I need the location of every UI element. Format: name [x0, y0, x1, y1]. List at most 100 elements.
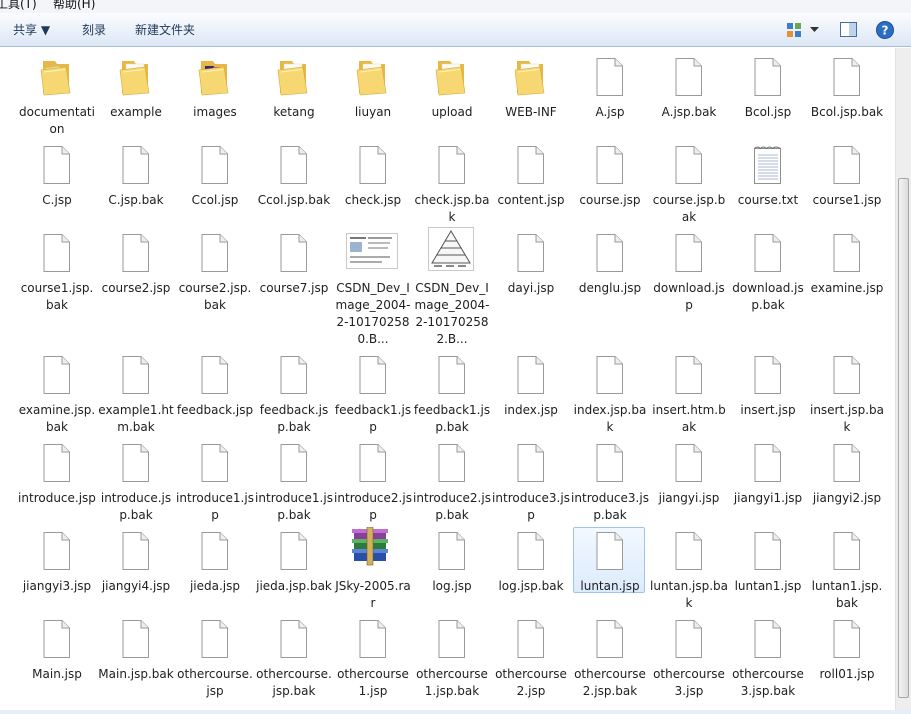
file-icon: [828, 233, 864, 273]
item-label: insert.jsp: [740, 403, 796, 417]
file-icon: [433, 531, 469, 571]
item-label: download.jsp: [653, 281, 725, 312]
file-icon: [117, 233, 153, 273]
file-icon: [512, 619, 548, 659]
item-label: othercourse.jsp.bak: [256, 667, 332, 698]
left-edge: [0, 48, 18, 714]
item-label: jiangyi2.jsp: [812, 491, 882, 505]
item-label: jieda.jsp: [189, 579, 241, 593]
item-label: introduce1.jsp.bak: [255, 491, 333, 522]
item-label: documentation: [19, 105, 95, 136]
item-label: othercourse1.jsp.bak: [416, 667, 488, 698]
item-label: jiangyi3.jsp: [22, 579, 92, 593]
item-label: index.jsp: [504, 403, 558, 417]
file-icon: [749, 355, 785, 395]
menu-help[interactable]: 帮助(H): [53, 0, 95, 11]
file-icon: [670, 531, 706, 571]
file-icon: [433, 145, 469, 185]
file-icon: [354, 145, 390, 185]
item-label: othercourse.jsp: [177, 667, 253, 698]
share-button[interactable]: 共享 ▼: [13, 22, 50, 38]
file-icon: [433, 619, 469, 659]
item-label: images: [193, 105, 237, 119]
file-icon: [670, 57, 706, 97]
svg-text:?: ?: [882, 24, 889, 38]
file-icon: [117, 531, 153, 571]
file-icon: [512, 233, 548, 273]
item-label: check.jsp.bak: [414, 193, 490, 224]
file-icon: [275, 619, 311, 659]
file-icon: [828, 145, 864, 185]
item-label: introduce1.jsp: [176, 491, 254, 522]
burn-button[interactable]: 刻录: [82, 22, 106, 38]
item-label: luntan1.jsp.bak: [811, 579, 883, 610]
file-icon: [196, 531, 232, 571]
preview-pane-icon[interactable]: [840, 22, 858, 38]
help-icon[interactable]: ?: [876, 21, 894, 39]
file-icon: [512, 355, 548, 395]
item-label: CSDN_Dev_Image_2004-2-101702582.B...: [414, 281, 490, 346]
change-view-icon[interactable]: [786, 22, 802, 38]
file-grid: documentation example images ketang liuyan up…: [18, 48, 895, 714]
item-label: insert.jsp.bak: [809, 403, 884, 434]
item-label: introduce.jsp: [18, 491, 96, 505]
view-dropdown-chevron-icon[interactable]: [810, 27, 819, 33]
file-icon: [591, 233, 627, 273]
file-icon: [670, 619, 706, 659]
rar-archive-icon: [352, 526, 390, 571]
file-icon: [196, 145, 232, 185]
menu-tools[interactable]: 工具(T): [0, 0, 37, 11]
item-label: course.jsp.bak: [652, 193, 726, 224]
file-icon: [591, 57, 627, 97]
item-label: introduce.jsp.bak: [100, 491, 172, 522]
item-label: jieda.jsp.bak: [256, 579, 332, 593]
file-icon: [670, 355, 706, 395]
item-label: content.jsp: [497, 193, 565, 207]
file-icon: [354, 619, 390, 659]
item-label: feedback.jsp.bak: [259, 403, 329, 434]
file-icon: [275, 355, 311, 395]
file-icon: [749, 57, 785, 97]
file-icon: [196, 233, 232, 273]
item-label: jiangyi.jsp: [658, 491, 720, 505]
item-label: Main.jsp: [32, 667, 82, 681]
item-label: introduce3.jsp.bak: [571, 491, 649, 522]
file-icon: [196, 619, 232, 659]
file-icon: [38, 531, 74, 571]
item-label: log.jsp.bak: [498, 579, 564, 593]
scrollbar-thumb[interactable]: [898, 178, 909, 698]
image-thumbnail-icon: [428, 227, 474, 273]
file-icon: [828, 443, 864, 483]
file-icon: [591, 443, 627, 483]
file-icon: [117, 619, 153, 659]
item-label: A.jsp.bak: [661, 105, 717, 119]
item-label: upload: [431, 105, 473, 119]
file-icon: [591, 531, 627, 571]
file-icon: [38, 233, 74, 273]
file-icon: [670, 145, 706, 185]
file-icon: [828, 57, 864, 97]
file-icon: [512, 531, 548, 571]
item-label: liuyan: [354, 105, 392, 119]
item-label: Bcol.jsp: [744, 105, 792, 119]
item-label: ketang: [273, 105, 315, 119]
file-icon: [38, 619, 74, 659]
item-label: C.jsp.bak: [108, 193, 164, 207]
image-thumbnail-icon: [346, 233, 398, 273]
item-label: Main.jsp.bak: [98, 667, 174, 681]
file-icon: [117, 443, 153, 483]
item-label: insert.htm.bak: [652, 403, 726, 434]
item-label: course1.jsp: [812, 193, 882, 207]
item-label: introduce2.jsp: [334, 491, 412, 522]
new-folder-button[interactable]: 新建文件夹: [135, 22, 195, 38]
vertical-scrollbar[interactable]: [895, 48, 911, 714]
item-label: luntan.jsp.bak: [650, 579, 729, 610]
item-label: examine.jsp: [810, 281, 884, 295]
folder-icon: [38, 57, 74, 97]
item-label: Ccol.jsp.bak: [257, 193, 331, 207]
item-label: course7.jsp: [259, 281, 329, 295]
file-icon: [117, 355, 153, 395]
file-icon: [512, 145, 548, 185]
file-icon: [749, 443, 785, 483]
folder-icon: [117, 57, 153, 97]
